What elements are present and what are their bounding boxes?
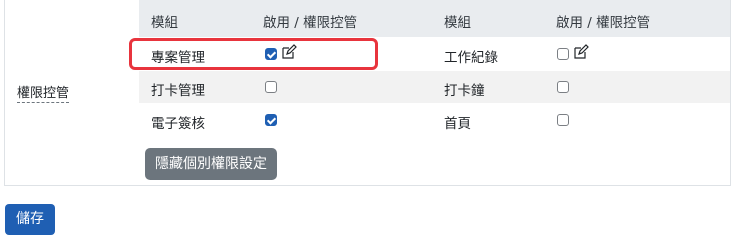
module-name-home: 首頁: [444, 116, 471, 132]
header-module-1: 模組: [151, 15, 178, 31]
enable-checkbox-e-signoff[interactable]: [265, 114, 277, 126]
highlight-annotation: [129, 38, 378, 70]
module-name-e-signoff: 電子簽核: [151, 116, 205, 132]
module-name-punch-clock: 打卡鐘: [444, 83, 485, 99]
module-name-work-log: 工作紀錄: [444, 50, 498, 66]
enable-checkbox-punch-clock[interactable]: [557, 81, 569, 93]
table-header: 模組 啟用 / 權限控管 模組 啟用 / 權限控管: [139, 0, 730, 37]
enable-checkbox-home[interactable]: [557, 114, 569, 126]
hide-individual-permissions-button[interactable]: 隱藏個別權限設定: [145, 148, 277, 180]
enable-checkbox-punch-management[interactable]: [265, 81, 277, 93]
module-name-punch-management: 打卡管理: [151, 83, 205, 99]
save-button[interactable]: 儲存: [5, 204, 55, 235]
enable-checkbox-work-log[interactable]: [557, 48, 569, 60]
header-permission-2: 啟用 / 權限控管: [556, 15, 651, 31]
edit-icon[interactable]: [573, 44, 589, 60]
table-row: 打卡管理 打卡鐘: [139, 70, 730, 103]
table-row: 電子簽核 首頁: [139, 103, 730, 136]
header-module-2: 模組: [444, 15, 471, 31]
permission-panel: 權限控管 模組 啟用 / 權限控管 模組 啟用 / 權限控管 專案管理 工作紀錄: [4, 0, 731, 186]
header-permission-1: 啟用 / 權限控管: [263, 15, 358, 31]
permission-section-label: 權限控管: [17, 86, 70, 103]
